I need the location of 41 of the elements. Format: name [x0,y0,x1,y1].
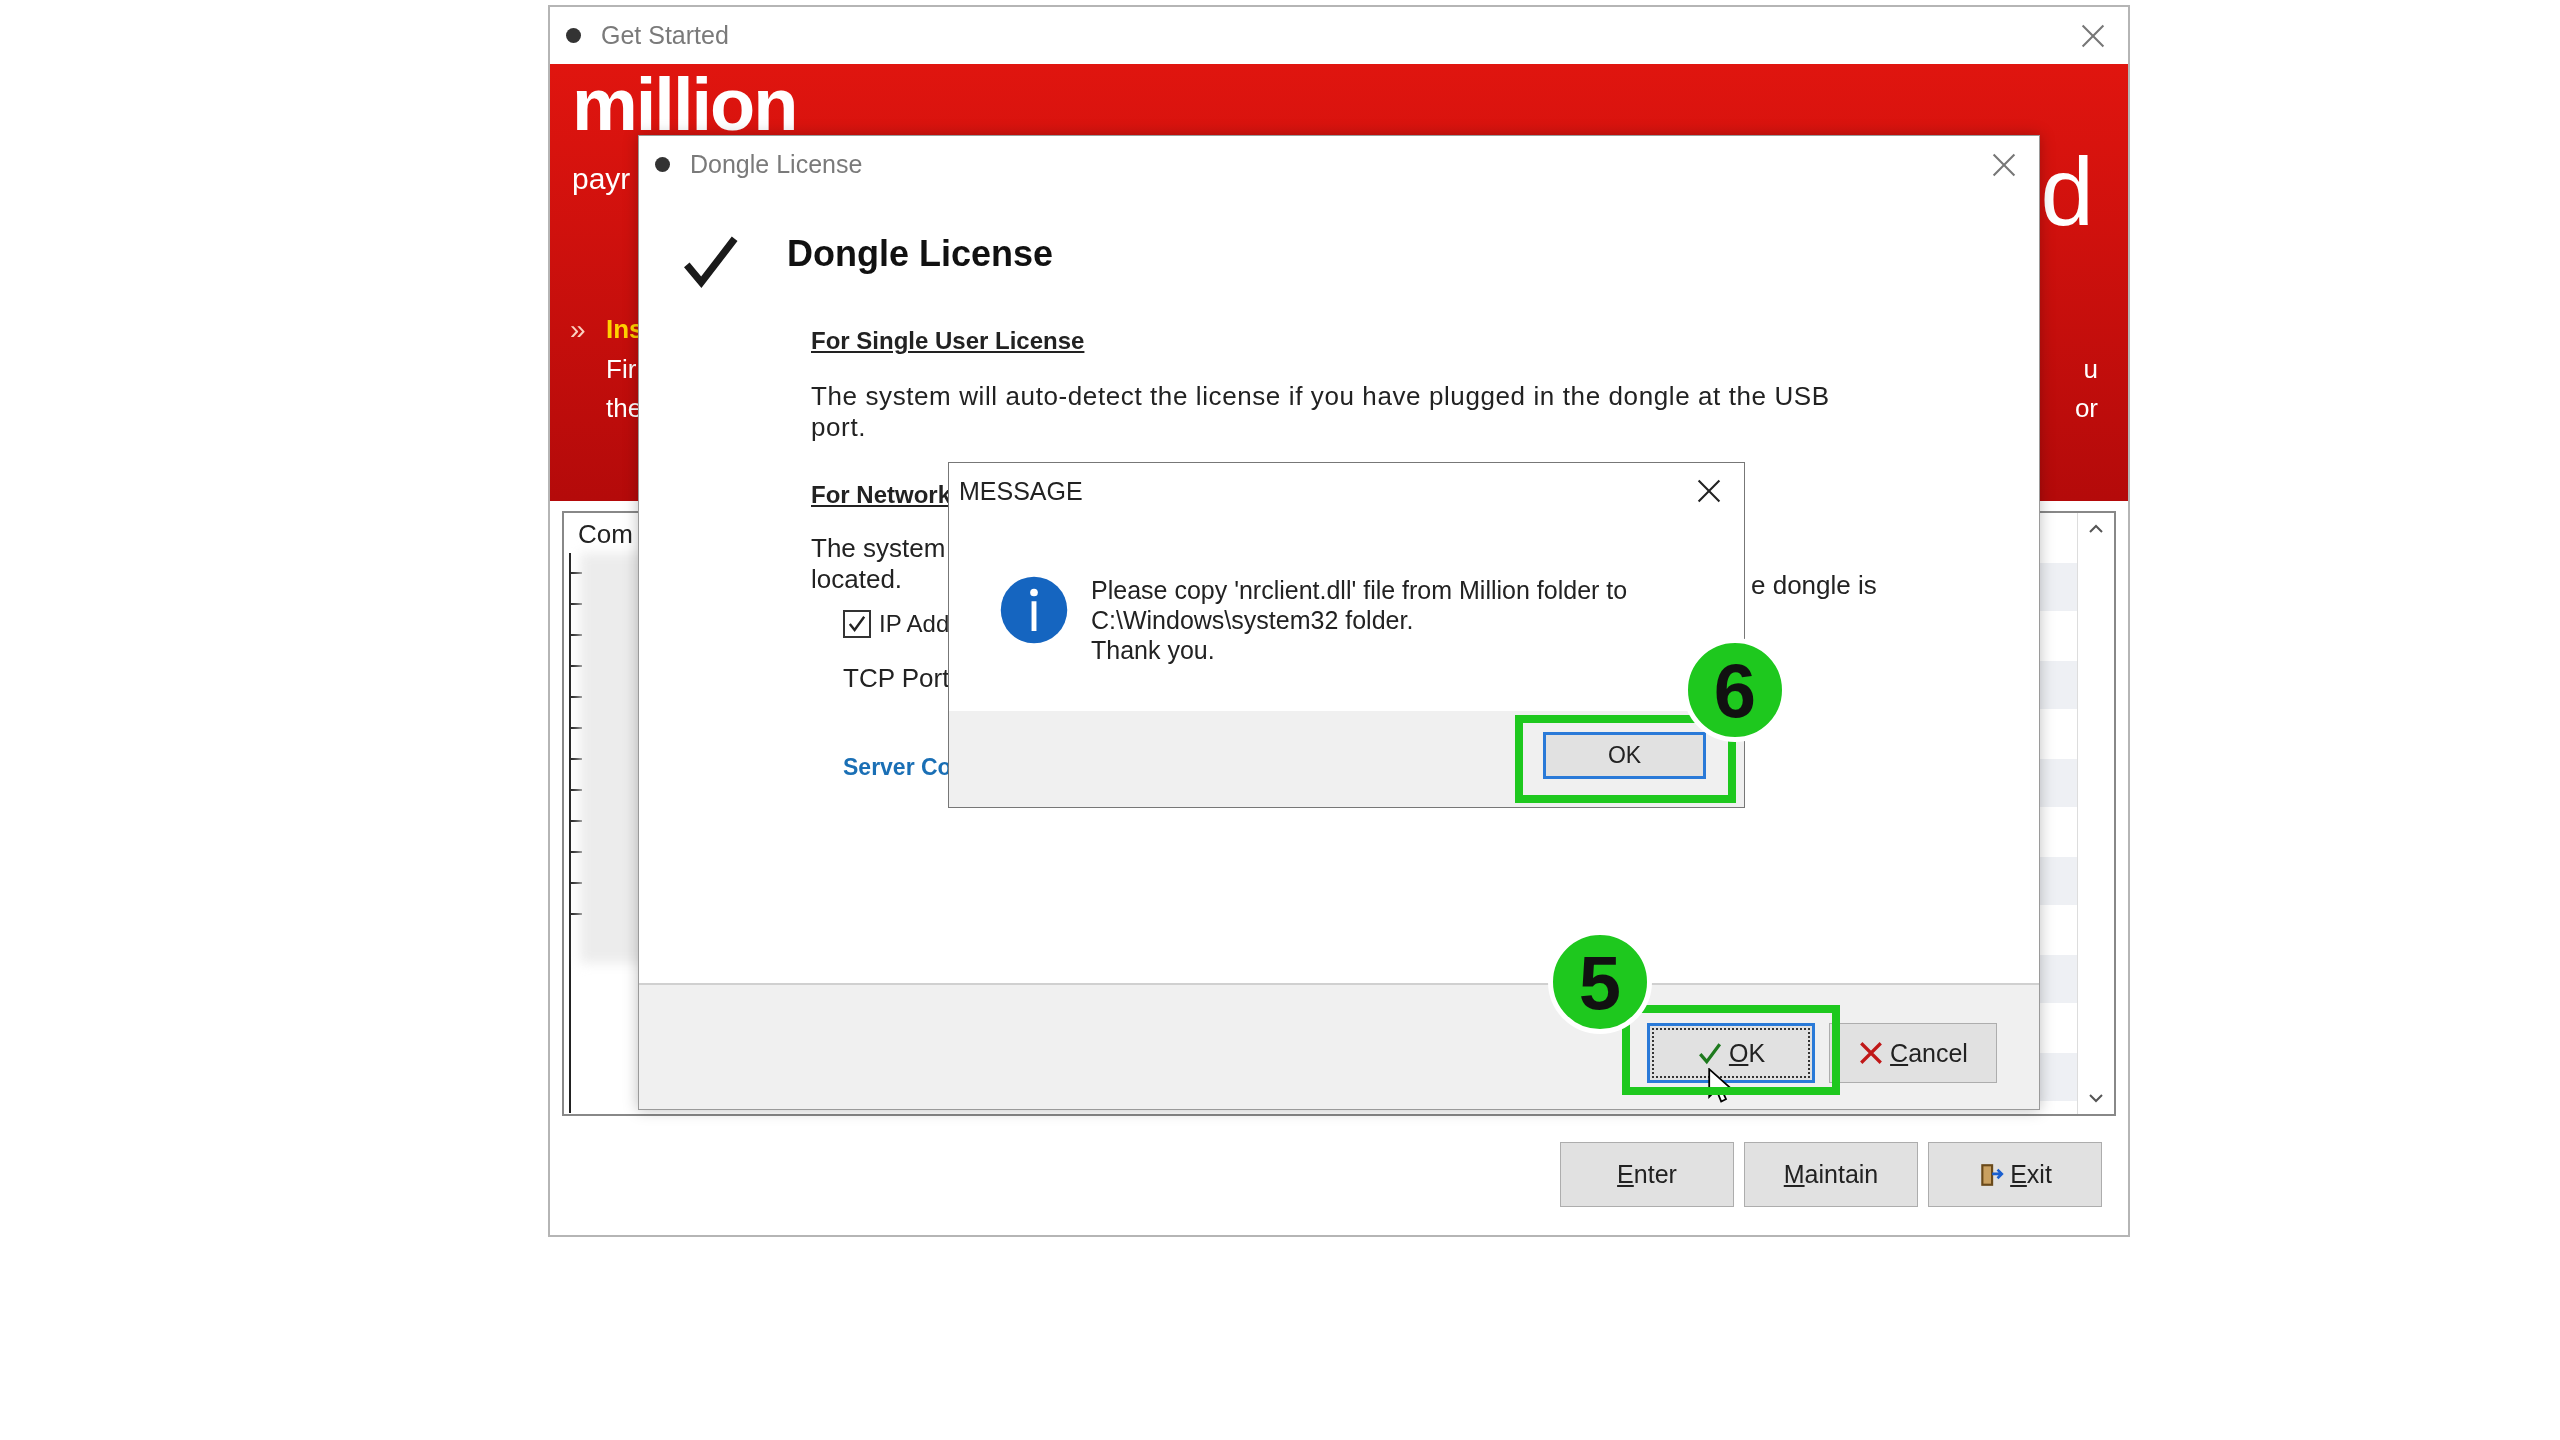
description-text: The system will auto-detect the license if you have plugged in the dongle at the USB port. [811,381,1831,443]
dialog-button[interactable]: Enter [1560,1142,1734,1207]
window-dot-icon [655,157,670,172]
section-heading: For Single User License [811,327,1085,355]
message-text: Please copy 'nrclient.dll' file from Million folder to C:\Windows\system32 folder. Thank you. [1091,575,1628,665]
row-stripe [2037,857,2077,905]
dialog-button[interactable]: Cancel [1829,1023,1997,1083]
section-heading: For Network [811,481,951,509]
tagline-text: payr [572,162,631,196]
logo-text: million [572,68,797,142]
dialog-button[interactable]: OK [1647,1023,1815,1083]
window-title: Get Started [601,21,730,50]
chevron-marker: » [570,314,586,346]
description-text: e dongle is [1751,570,1877,601]
dialog-button[interactable]: Maintain [1744,1142,1918,1207]
dialog-button[interactable]: Exit [1928,1142,2102,1207]
scroll-down-icon[interactable] [2086,1092,2106,1104]
field-label: TCP Port [843,663,950,694]
banner-text: Fir [606,354,638,385]
description-text: located. [811,564,903,595]
info-icon [999,575,1069,645]
cross-icon [1858,1040,1885,1066]
exit-door-icon [1978,1161,2005,1188]
window-title: Dongle License [690,150,864,179]
banner-text: u [2083,354,2098,385]
row-stripe [2037,759,2077,807]
ok-button[interactable]: OK [1543,732,1706,779]
checkbox-label: IP Add [879,609,950,639]
checkbox[interactable] [843,609,871,638]
banner-title-text: d [2040,144,2094,240]
check-icon [1696,1040,1723,1066]
row-stripe [2037,563,2077,611]
banner-text: or [2074,393,2098,424]
mouse-cursor-icon [1708,1068,1732,1104]
row-stripe [2037,661,2077,709]
window-dot-icon [566,28,581,43]
window-title: MESSAGE [959,476,1083,506]
description-text: The system [811,533,946,564]
close-icon[interactable] [1696,478,1722,504]
column-header: Com [578,519,634,550]
dialog-heading: Dongle License [787,233,1054,275]
